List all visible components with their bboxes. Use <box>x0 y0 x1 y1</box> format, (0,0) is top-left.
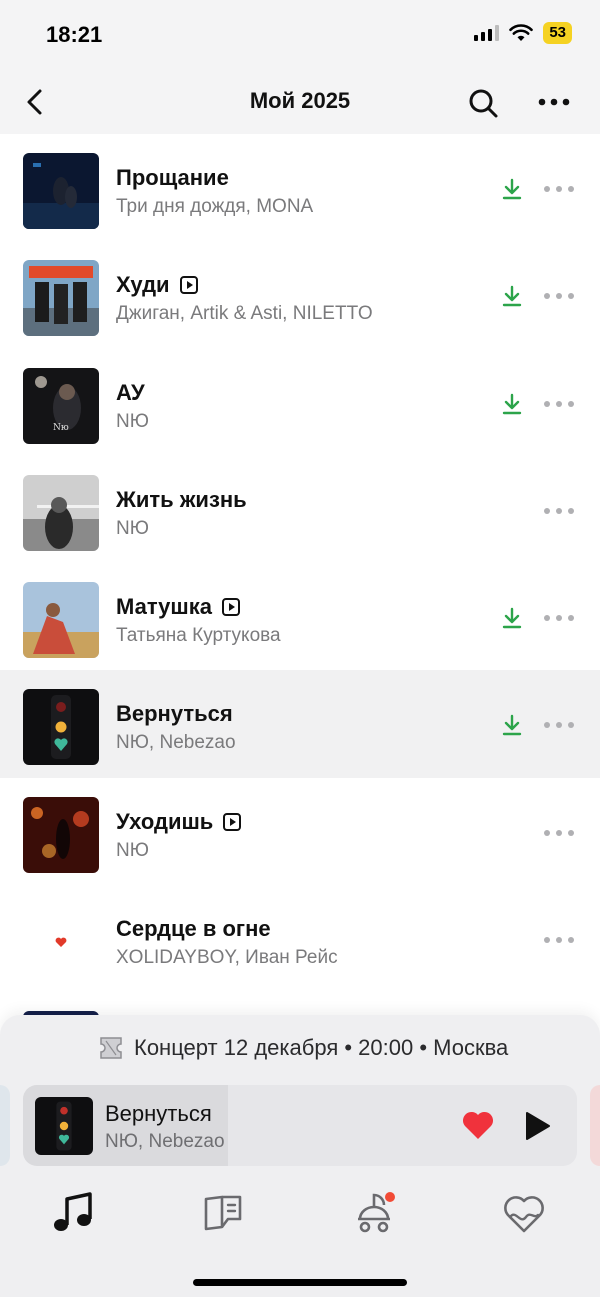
mini-player-title: Вернуться <box>105 1101 212 1126</box>
search-icon[interactable] <box>466 86 500 120</box>
track-more-icon[interactable] <box>542 720 576 730</box>
track-list: Прощание Три дня дождя, MONA Худи Джиган… <box>0 134 600 1100</box>
prev-track-peek[interactable] <box>0 1085 10 1166</box>
track-artist: NЮ, Nebezao <box>116 732 236 754</box>
track-row[interactable]: Прощание Три дня дождя, MONA <box>0 134 600 241</box>
track-row[interactable]: Матушка Татьяна Куртукова <box>0 563 600 670</box>
signal-icon <box>474 25 500 41</box>
track-artist: NЮ <box>116 839 149 861</box>
track-row-active[interactable]: Вернуться NЮ, Nebezao <box>0 670 600 778</box>
nav-bar: Мой 2025 <box>0 70 600 134</box>
track-more-icon[interactable] <box>542 291 576 301</box>
track-title: Уходишь <box>116 809 242 835</box>
track-row[interactable]: Жить жизнь NЮ <box>0 456 600 563</box>
track-artist: Джиган, Artik & Asti, NILETTO <box>116 303 373 325</box>
album-cover <box>23 904 99 981</box>
battery-indicator: 53 <box>543 22 572 44</box>
video-clip-icon <box>179 276 198 295</box>
page-title: Мой 2025 <box>249 88 351 113</box>
concert-text: Концерт 12 декабря • 20:00 • Москва <box>134 1035 509 1060</box>
svg-text:Nю: Nю <box>53 423 69 433</box>
video-clip-icon <box>221 598 240 617</box>
downloaded-icon <box>502 286 522 307</box>
track-row[interactable]: Худи Джиган, Artik & Asti, NILETTO <box>0 241 600 348</box>
album-cover <box>23 689 99 766</box>
track-artist: NЮ <box>116 517 149 539</box>
downloaded-icon <box>502 715 522 736</box>
kids-icon[interactable] <box>350 1189 398 1237</box>
track-title: Матушка <box>116 594 240 620</box>
track-more-icon[interactable] <box>542 399 576 409</box>
music-note-icon[interactable] <box>50 1189 98 1237</box>
home-indicator <box>193 1279 407 1286</box>
track-artist: XOLIDAYBOY, Иван Рейс <box>116 947 338 969</box>
tab-bar <box>0 1175 600 1255</box>
track-title: АУ <box>116 379 145 405</box>
mini-player-artist: NЮ, Nebezao <box>105 1131 225 1152</box>
track-title: Жить жизнь <box>116 486 247 512</box>
status-icons: 53 <box>474 22 572 44</box>
bottom-panel: Концерт 12 декабря • 20:00 • Москва Верн… <box>0 1015 600 1297</box>
track-more-icon[interactable] <box>542 506 576 516</box>
track-row[interactable]: Уходишь NЮ <box>0 778 600 885</box>
downloaded-icon <box>502 393 522 414</box>
book-icon[interactable] <box>200 1189 248 1237</box>
downloaded-icon <box>502 178 522 200</box>
track-row[interactable]: Nю АУ NЮ <box>0 349 600 456</box>
track-artist: NЮ <box>116 410 149 432</box>
album-cover <box>23 153 99 229</box>
video-clip-icon <box>223 812 242 831</box>
notification-dot <box>385 1192 395 1202</box>
next-track-peek[interactable] <box>590 1085 600 1166</box>
album-cover <box>23 474 99 551</box>
wifi-icon <box>509 24 534 41</box>
downloaded-icon <box>502 607 522 629</box>
track-more-icon[interactable] <box>542 613 576 623</box>
track-title: Прощание <box>116 165 229 190</box>
track-artist: Татьяна Куртукова <box>116 625 281 647</box>
mini-player-cover <box>35 1097 93 1155</box>
track-more-icon[interactable] <box>542 935 576 945</box>
album-cover <box>23 582 99 659</box>
track-more-icon[interactable] <box>542 184 576 194</box>
concert-banner[interactable]: Концерт 12 декабря • 20:00 • Москва <box>98 1035 508 1061</box>
track-title: Худи <box>116 272 198 298</box>
play-icon[interactable] <box>521 1109 553 1143</box>
ticket-icon <box>100 1037 122 1059</box>
track-title: Сердце в огне <box>116 916 271 942</box>
heart-wave-icon[interactable] <box>500 1189 548 1237</box>
like-heart-icon[interactable] <box>461 1109 495 1141</box>
track-title: Вернуться <box>116 701 233 727</box>
mini-player[interactable]: Вернуться NЮ, Nebezao <box>23 1085 577 1166</box>
status-bar: 18:21 53 <box>0 0 600 70</box>
album-cover <box>23 260 99 337</box>
album-cover: Nю <box>23 367 99 444</box>
track-artist: Три дня дождя, MONA <box>116 196 314 217</box>
more-options-icon[interactable] <box>536 90 572 114</box>
album-cover <box>23 796 99 873</box>
status-time: 18:21 <box>46 22 103 47</box>
track-more-icon[interactable] <box>542 828 576 838</box>
track-row[interactable]: Сердце в огне XOLIDAYBOY, Иван Рейс <box>0 885 600 992</box>
